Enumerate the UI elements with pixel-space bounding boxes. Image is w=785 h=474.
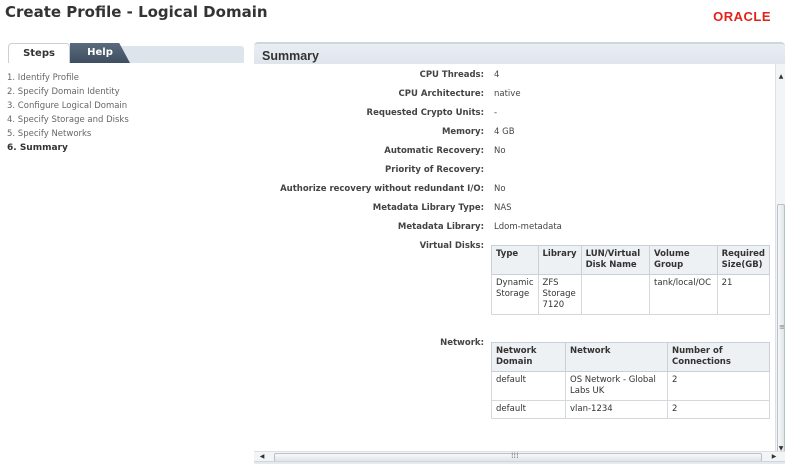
step-specify-storage-and-disks[interactable]: 4. Specify Storage and Disks bbox=[7, 113, 129, 127]
column-header: LUN/Virtual Disk Name bbox=[580, 245, 651, 275]
step-specify-networks[interactable]: 5. Specify Networks bbox=[7, 127, 129, 141]
vertical-scrollbar[interactable]: ▲ ≡ ▼ bbox=[775, 64, 785, 459]
property-value: Ldom-metadata bbox=[494, 222, 562, 232]
steps-panel: Steps Help 1. Identify Profile 2. Specif… bbox=[0, 38, 245, 474]
table-cell: Dynamic Storage bbox=[491, 274, 539, 315]
property-value: No bbox=[494, 146, 506, 156]
summary-header: Summary bbox=[254, 42, 785, 64]
virtual-disks-label: Virtual Disks: bbox=[419, 241, 484, 251]
table-cell: vlan-1234 bbox=[565, 400, 668, 419]
vertical-scroll-thumb[interactable]: ≡ bbox=[777, 204, 785, 454]
network-table: Network Domain Network Number of Connect… bbox=[491, 342, 770, 419]
property-label: CPU Threads: bbox=[419, 70, 484, 80]
summary-title: Summary bbox=[262, 49, 319, 63]
grip-icon: ⁞⁞⁞ bbox=[511, 451, 519, 460]
scroll-up-arrow-icon[interactable]: ▲ bbox=[776, 72, 785, 82]
table-row: default vlan-1234 2 bbox=[491, 400, 770, 419]
table-cell: OS Network - Global Labs UK bbox=[565, 371, 668, 401]
table-cell bbox=[580, 274, 651, 315]
table-row: default OS Network - Global Labs UK 2 bbox=[491, 371, 770, 401]
property-label: Authorize recovery without redundant I/O… bbox=[280, 184, 484, 194]
property-label: Memory: bbox=[441, 127, 484, 137]
step-list: 1. Identify Profile 2. Specify Domain Id… bbox=[7, 71, 129, 155]
column-header: Required Size(GB) bbox=[716, 245, 771, 275]
title-bar: Create Profile - Logical Domain ORACLE bbox=[0, 0, 785, 28]
table-cell: tank/local/OC bbox=[649, 274, 718, 315]
property-value: 4 GB bbox=[494, 127, 515, 137]
property-value: NAS bbox=[494, 203, 512, 213]
panel-bottom-border bbox=[254, 461, 785, 464]
column-header: Library bbox=[537, 245, 582, 275]
virtual-disks-table: Type Library LUN/Virtual Disk Name Volum… bbox=[491, 245, 771, 315]
column-header: Type bbox=[491, 245, 539, 275]
table-header-row: Network Domain Network Number of Connect… bbox=[491, 342, 770, 372]
property-cpu-architecture: CPU Architecture: native bbox=[254, 87, 754, 101]
property-automatic-recovery: Automatic Recovery: No bbox=[254, 144, 754, 158]
property-metadata-library: Metadata Library: Ldom-metadata bbox=[254, 220, 754, 234]
column-header: Network bbox=[565, 342, 668, 372]
property-label: Metadata Library Type: bbox=[372, 203, 484, 213]
property-memory: Memory: 4 GB bbox=[254, 125, 754, 139]
step-configure-logical-domain[interactable]: 3. Configure Logical Domain bbox=[7, 99, 129, 113]
table-cell: 2 bbox=[667, 400, 770, 419]
property-value: native bbox=[494, 89, 521, 99]
property-cpu-threads: CPU Threads: 4 bbox=[254, 68, 754, 82]
column-header: Volume Group bbox=[649, 245, 718, 275]
tab-steps[interactable]: Steps bbox=[8, 43, 70, 63]
page-title: Create Profile - Logical Domain bbox=[5, 3, 268, 21]
oracle-logo: ORACLE bbox=[713, 9, 771, 24]
property-priority-of-recovery: Priority of Recovery: bbox=[254, 163, 754, 177]
property-value: No bbox=[494, 184, 506, 194]
property-label: Requested Crypto Units: bbox=[366, 108, 484, 118]
property-value: - bbox=[494, 108, 498, 118]
step-identify-profile[interactable]: 1. Identify Profile bbox=[7, 71, 129, 85]
table-cell: default bbox=[491, 400, 566, 419]
tab-bar: Steps Help bbox=[8, 43, 244, 63]
property-label: Automatic Recovery: bbox=[384, 146, 484, 156]
summary-panel: Summary CPU Threads: 4 CPU Architecture:… bbox=[254, 42, 785, 467]
table-cell: 2 bbox=[667, 371, 770, 401]
table-cell: 21 bbox=[716, 274, 771, 315]
property-label: Metadata Library: bbox=[397, 222, 484, 232]
table-header-row: Type Library LUN/Virtual Disk Name Volum… bbox=[491, 245, 771, 275]
column-header: Number of Connections bbox=[667, 342, 770, 372]
property-value: 4 bbox=[494, 70, 500, 80]
table-cell: ZFS Storage 7120 bbox=[537, 274, 582, 315]
property-metadata-library-type: Metadata Library Type: NAS bbox=[254, 201, 754, 215]
property-label: Priority of Recovery: bbox=[385, 165, 484, 175]
table-cell: default bbox=[491, 371, 566, 401]
property-requested-crypto-units: Requested Crypto Units: - bbox=[254, 106, 754, 120]
property-authorize-recovery: Authorize recovery without redundant I/O… bbox=[254, 182, 754, 196]
step-summary[interactable]: 6. Summary bbox=[7, 141, 129, 155]
property-label: CPU Architecture: bbox=[398, 89, 484, 99]
column-header: Network Domain bbox=[491, 342, 566, 372]
table-row: Dynamic Storage ZFS Storage 7120 tank/lo… bbox=[491, 274, 771, 315]
network-label: Network: bbox=[440, 338, 484, 348]
step-specify-domain-identity[interactable]: 2. Specify Domain Identity bbox=[7, 85, 129, 99]
grip-icon: ≡ bbox=[779, 323, 785, 331]
